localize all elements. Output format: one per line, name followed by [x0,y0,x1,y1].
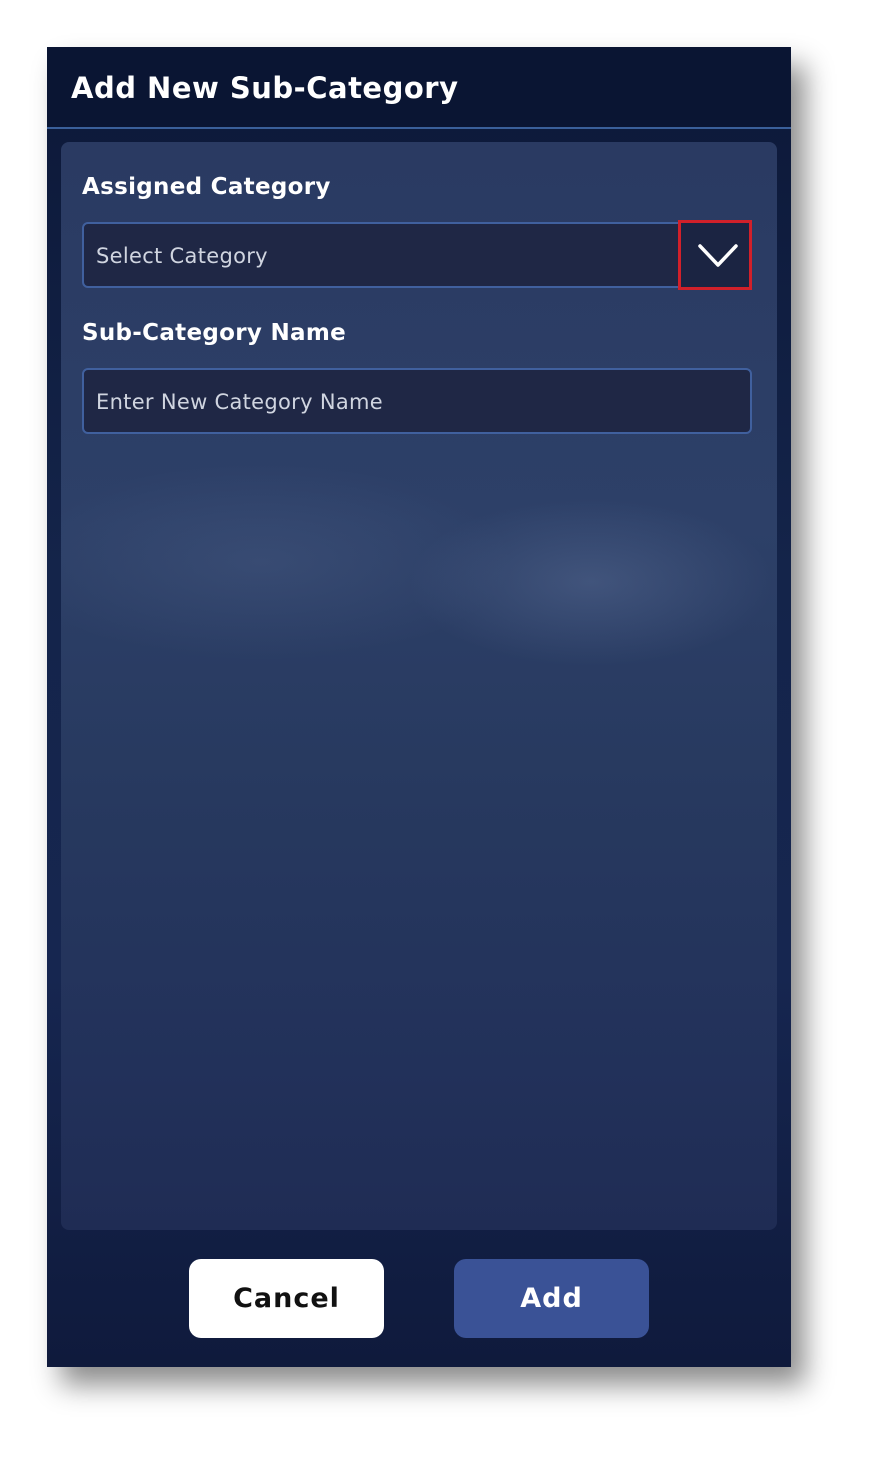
chevron-down-icon [698,244,738,267]
add-sub-category-dialog: Add New Sub-Category Assigned Category S… [47,47,791,1367]
assigned-category-label: Assigned Category [82,174,331,200]
form-panel: Assigned Category Select Category Sub-Ca… [61,142,777,1230]
cancel-button[interactable]: Cancel [189,1259,384,1338]
assigned-category-placeholder: Select Category [96,244,268,268]
sub-category-name-label: Sub-Category Name [82,320,346,346]
dialog-title: Add New Sub-Category [71,71,459,105]
sub-category-name-input[interactable]: Enter New Category Name [82,368,752,434]
add-button[interactable]: Add [454,1259,649,1338]
sub-category-name-placeholder: Enter New Category Name [96,390,383,414]
dialog-header: Add New Sub-Category [47,47,791,129]
assigned-category-dropdown-button[interactable] [678,220,752,290]
assigned-category-select[interactable]: Select Category [82,220,752,290]
